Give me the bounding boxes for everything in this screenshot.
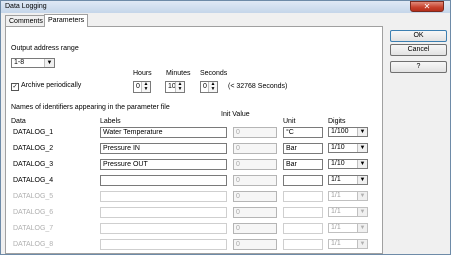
archive-label: Archive periodically bbox=[21, 82, 82, 89]
row-init-value: 0 bbox=[233, 159, 277, 170]
hours-stepper[interactable]: 0 ▲ ▼ bbox=[133, 81, 151, 93]
row-digits-value: 1/1 bbox=[331, 240, 341, 247]
seconds-label: Seconds bbox=[200, 70, 228, 77]
row-identifier: DATALOG_6 bbox=[13, 209, 54, 216]
hours-label: Hours bbox=[133, 70, 152, 77]
chevron-down-icon: ▼ bbox=[357, 144, 367, 152]
row-identifier: DATALOG_8 bbox=[13, 241, 54, 248]
chevron-down-icon: ▼ bbox=[357, 192, 367, 200]
spin-arrows-icon[interactable]: ▲ ▼ bbox=[175, 82, 184, 92]
row-unit-input[interactable]: Bar bbox=[283, 143, 323, 154]
archive-checkbox[interactable]: ✓ bbox=[11, 83, 19, 91]
title-bar: Data Logging ✕ bbox=[1, 1, 450, 13]
row-init-value: 0 bbox=[233, 175, 277, 186]
chevron-down-icon: ▼ bbox=[357, 224, 367, 232]
seconds-value: 0 bbox=[203, 83, 207, 90]
row-label-input[interactable]: Pressure OUT bbox=[100, 159, 227, 170]
identifiers-title: Names of identifiers appearing in the pa… bbox=[11, 104, 170, 111]
row-init-value: 0 bbox=[233, 127, 277, 138]
output-range-select[interactable]: 1-8 ▼ bbox=[11, 58, 55, 68]
row-identifier: DATALOG_1 bbox=[13, 129, 54, 136]
row-unit-input[interactable] bbox=[283, 191, 323, 202]
close-icon: ✕ bbox=[423, 2, 431, 11]
row-digits-value: 1/1 bbox=[331, 192, 341, 199]
row-init-value: 0 bbox=[233, 223, 277, 234]
hours-value: 0 bbox=[136, 83, 140, 90]
row-digits-select[interactable]: 1/1 ▼ bbox=[328, 175, 368, 185]
row-digits-value: 1/1 bbox=[331, 208, 341, 215]
row-label-input[interactable] bbox=[100, 223, 227, 234]
close-button[interactable]: ✕ bbox=[410, 1, 444, 12]
cancel-button[interactable]: Cancel bbox=[390, 44, 447, 56]
row-unit-input[interactable] bbox=[283, 175, 323, 186]
row-digits-select[interactable]: 1/100 ▼ bbox=[328, 127, 368, 137]
row-identifier: DATALOG_5 bbox=[13, 193, 54, 200]
row-digits-select[interactable]: 1/1 ▼ bbox=[328, 191, 368, 201]
row-init-value: 0 bbox=[233, 191, 277, 202]
row-identifier: DATALOG_7 bbox=[13, 225, 54, 232]
row-digits-value: 1/1 bbox=[331, 224, 341, 231]
tab-parameters[interactable]: Parameters bbox=[44, 14, 89, 27]
header-digits: Digits bbox=[328, 118, 346, 125]
header-unit: Unit bbox=[283, 118, 296, 125]
row-init-value: 0 bbox=[233, 239, 277, 250]
help-button[interactable]: ? bbox=[390, 61, 447, 73]
row-label-input[interactable] bbox=[100, 191, 227, 202]
row-unit-input[interactable] bbox=[283, 239, 323, 250]
row-identifier: DATALOG_4 bbox=[13, 177, 54, 184]
output-range-label: Output address range bbox=[11, 45, 79, 52]
header-labels: Labels bbox=[100, 118, 121, 125]
row-label-input[interactable] bbox=[100, 175, 227, 186]
parameters-panel: Output address range 1-8 ▼ ✓ Archive per… bbox=[5, 26, 383, 254]
row-digits-value: 1/10 bbox=[331, 144, 345, 151]
row-label-input[interactable]: Pressure IN bbox=[100, 143, 227, 154]
window-title: Data Logging bbox=[5, 3, 47, 10]
spin-arrows-icon[interactable]: ▲ ▼ bbox=[208, 82, 217, 92]
spin-arrows-icon[interactable]: ▲ ▼ bbox=[141, 82, 150, 92]
chevron-down-icon: ▼ bbox=[357, 176, 367, 184]
chevron-down-icon: ▼ bbox=[357, 208, 367, 216]
row-init-value: 0 bbox=[233, 207, 277, 218]
row-unit-input[interactable] bbox=[283, 207, 323, 218]
row-digits-select[interactable]: 1/1 ▼ bbox=[328, 207, 368, 217]
row-label-input[interactable] bbox=[100, 239, 227, 250]
row-identifier: DATALOG_2 bbox=[13, 145, 54, 152]
minutes-label: Minutes bbox=[166, 70, 191, 77]
row-digits-value: 1/100 bbox=[331, 128, 349, 135]
output-range-value: 1-8 bbox=[14, 59, 25, 66]
ok-button[interactable]: OK bbox=[390, 30, 447, 42]
minutes-stepper[interactable]: 10 ▲ ▼ bbox=[165, 81, 185, 93]
row-digits-value: 1/1 bbox=[331, 176, 341, 183]
header-init-value: Init Value bbox=[221, 111, 250, 118]
row-digits-select[interactable]: 1/1 ▼ bbox=[328, 239, 368, 249]
row-unit-input[interactable]: °C bbox=[283, 127, 323, 138]
chevron-down-icon: ▼ bbox=[44, 59, 54, 67]
seconds-limit-note: (< 32768 Seconds) bbox=[228, 83, 288, 90]
row-identifier: DATALOG_3 bbox=[13, 161, 54, 168]
row-unit-input[interactable]: Bar bbox=[283, 159, 323, 170]
row-digits-select[interactable]: 1/10 ▼ bbox=[328, 143, 368, 153]
header-data: Data bbox=[11, 118, 26, 125]
seconds-stepper[interactable]: 0 ▲ ▼ bbox=[200, 81, 218, 93]
chevron-down-icon: ▼ bbox=[357, 160, 367, 168]
row-digits-select[interactable]: 1/1 ▼ bbox=[328, 223, 368, 233]
row-label-input[interactable]: Water Temperature bbox=[100, 127, 227, 138]
row-label-input[interactable] bbox=[100, 207, 227, 218]
row-unit-input[interactable] bbox=[283, 223, 323, 234]
row-digits-value: 1/10 bbox=[331, 160, 345, 167]
chevron-down-icon: ▼ bbox=[357, 128, 367, 136]
row-init-value: 0 bbox=[233, 143, 277, 154]
chevron-down-icon: ▼ bbox=[357, 240, 367, 248]
data-logging-dialog: Data Logging ✕ Comments Parameters Outpu… bbox=[0, 0, 451, 255]
row-digits-select[interactable]: 1/10 ▼ bbox=[328, 159, 368, 169]
